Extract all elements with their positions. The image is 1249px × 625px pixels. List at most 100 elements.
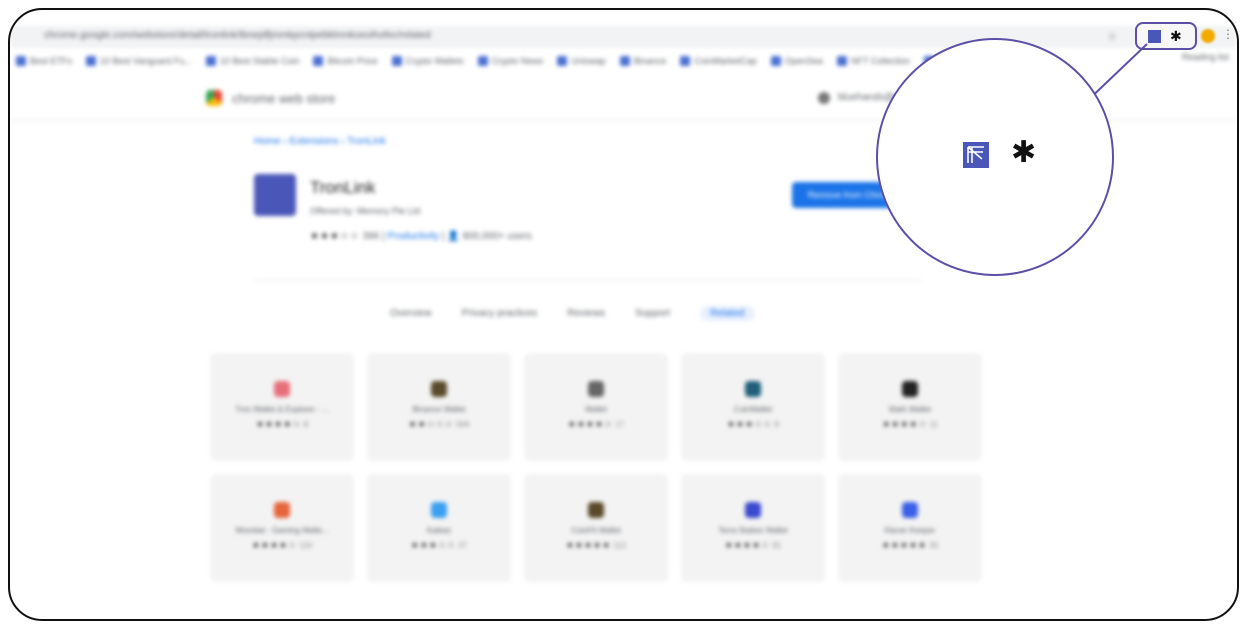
divider bbox=[254, 280, 921, 281]
bookmark-item[interactable]: Binance bbox=[619, 50, 667, 72]
bookmark-item[interactable]: 10 Best Stable Coin bbox=[205, 50, 300, 72]
tronlink-logo-icon bbox=[254, 174, 296, 216]
more-menu-icon[interactable]: ⋮ bbox=[1222, 27, 1234, 41]
tab-reviews[interactable]: Reviews bbox=[567, 308, 605, 321]
bookmark-item[interactable]: NFT Collection bbox=[836, 50, 911, 72]
extension-rating: ★★★★☆ 110 bbox=[210, 540, 354, 551]
extensions-toolbar-highlight: ✱ bbox=[1135, 22, 1197, 50]
tronlink-icon[interactable] bbox=[1148, 30, 1161, 43]
related-extension-card[interactable]: Wombat - Gaming Walle... ★★★★☆ 110 bbox=[210, 474, 354, 582]
extension-icon bbox=[588, 381, 604, 397]
bookmark-item[interactable]: Crypto News bbox=[477, 50, 544, 72]
rating-count: 8 bbox=[772, 420, 779, 429]
related-extension-card[interactable]: Terra Station Wallet ★★★★☆ 91 bbox=[681, 474, 825, 582]
puzzle-icon: ✱ bbox=[1011, 136, 1037, 169]
address-bar-icons: ☆ bbox=[1107, 31, 1117, 43]
store-name[interactable]: chrome web store bbox=[232, 91, 335, 106]
rating-count: 8 bbox=[301, 420, 308, 429]
extension-rating: ★★★★☆ 91 bbox=[681, 540, 825, 551]
rating-stars: ★★★★★ bbox=[881, 540, 928, 550]
extension-name: Binance Wallet bbox=[412, 405, 466, 414]
related-extension-card[interactable]: Math Wallet ★★★★☆ 11 bbox=[838, 353, 982, 461]
extension-icon bbox=[274, 381, 290, 397]
bookmark-favicon-icon bbox=[619, 56, 630, 66]
tab-support[interactable]: Support bbox=[635, 308, 670, 321]
bookmark-label: Binance bbox=[633, 56, 667, 66]
rating-count[interactable]: 396 bbox=[363, 231, 380, 242]
tab-overview[interactable]: Overview bbox=[390, 308, 432, 321]
extension-name: Math Wallet bbox=[889, 405, 931, 414]
extension-name: Kaikas bbox=[426, 526, 451, 535]
user-count: 800,000+ users bbox=[462, 231, 532, 242]
category-link[interactable]: Productivity bbox=[387, 231, 439, 242]
bookmark-item[interactable]: Bitcoin Price bbox=[313, 50, 378, 72]
breadcrumb[interactable]: Home › Extensions › TronLink bbox=[254, 136, 386, 147]
extension-name: Wombat - Gaming Walle... bbox=[235, 526, 329, 535]
bookmark-label: CoinMarketCap bbox=[694, 56, 757, 66]
rating-stars: ★★★★☆ bbox=[251, 540, 298, 550]
related-extension-card[interactable]: Tron Wallet & Explorer - ... ★★★★☆ 8 bbox=[210, 353, 354, 461]
extension-icon bbox=[902, 381, 918, 397]
puzzle-icon[interactable]: ✱ bbox=[1170, 28, 1182, 44]
extension-icon bbox=[745, 502, 761, 518]
profile-avatar[interactable] bbox=[1201, 29, 1215, 43]
bookmark-favicon-icon bbox=[477, 56, 488, 66]
related-grid: Tron Wallet & Explorer - ... ★★★★☆ 8 Binan… bbox=[210, 353, 982, 582]
bookmark-label: OpenSea bbox=[784, 56, 823, 66]
bookmark-item[interactable]: CoinMarketCap bbox=[680, 50, 757, 72]
rating-count: 112 bbox=[611, 541, 627, 550]
extension-rating: ★★★★★ 112 bbox=[524, 540, 668, 551]
bookmark-favicon-icon bbox=[836, 56, 847, 66]
rating-count: 110 bbox=[297, 541, 313, 550]
reading-list[interactable]: Reading list bbox=[1182, 52, 1229, 62]
address-bar[interactable]: chrome.google.com/webstore/detail/tronli… bbox=[10, 26, 1237, 48]
bookmark-label: 10 Best Vanguard Fu... bbox=[100, 56, 192, 66]
webstore-logo-icon[interactable] bbox=[206, 90, 222, 106]
extension-icon bbox=[902, 502, 918, 518]
rating-count: 27 bbox=[456, 541, 468, 550]
bookmark-favicon-icon bbox=[313, 56, 324, 66]
related-extension-card[interactable]: Binance Wallet ★★☆☆☆ 594 bbox=[367, 353, 511, 461]
rating-count: 91 bbox=[770, 541, 782, 550]
extension-name: CoinFit Wallet bbox=[571, 526, 621, 535]
bookmark-label: NFT Collection bbox=[850, 56, 911, 66]
extension-name: Tron Wallet & Explorer - ... bbox=[235, 405, 329, 414]
bookmark-item[interactable]: 10 Best Vanguard Fu... bbox=[86, 50, 192, 72]
bookmark-label: Crypto News bbox=[491, 56, 544, 66]
rating-count: 30 bbox=[927, 541, 939, 550]
bookmark-label: Crypto Wallets bbox=[405, 56, 464, 66]
extension-icon bbox=[431, 502, 447, 518]
rating-stars: ★★★★☆ bbox=[724, 540, 771, 550]
bookmark-favicon-icon bbox=[205, 56, 216, 66]
magnifier-callout: ✱ bbox=[876, 38, 1114, 276]
user-icon: 👤 bbox=[447, 231, 460, 242]
bookmark-label: Best ETFs bbox=[30, 56, 73, 66]
bookmark-label: 10 Best Stable Coin bbox=[219, 56, 300, 66]
extension-icon bbox=[745, 381, 761, 397]
bookmark-label: Bitcoin Price bbox=[327, 56, 378, 66]
extension-icon bbox=[431, 381, 447, 397]
bookmark-item[interactable]: Best ETFs bbox=[16, 50, 72, 72]
related-extension-card[interactable]: CoinWallet ★★★☆☆ 8 bbox=[681, 353, 825, 461]
related-extension-card[interactable]: Klever Keeper ★★★★★ 30 bbox=[838, 474, 982, 582]
rating-count: 17 bbox=[613, 420, 625, 429]
tab-related[interactable]: Related bbox=[700, 306, 755, 321]
extension-rating: ★★★★☆ 11 bbox=[838, 419, 982, 430]
settings-icon[interactable] bbox=[818, 92, 830, 104]
rating-stars: ★★★★☆ bbox=[567, 419, 614, 429]
extension-rating: ★★★☆☆ 27 bbox=[367, 540, 511, 551]
bookmark-item[interactable]: OpenSea bbox=[770, 50, 823, 72]
rating-stars: ★★☆☆☆ bbox=[408, 419, 454, 429]
bookmark-item[interactable]: Uniswap bbox=[557, 50, 606, 72]
related-extension-card[interactable]: Kaikas ★★★☆☆ 27 bbox=[367, 474, 511, 582]
bookmark-favicon-icon bbox=[557, 56, 568, 66]
extension-icon bbox=[274, 502, 290, 518]
extension-rating: ★★★★☆ 17 bbox=[524, 419, 668, 430]
extension-icon bbox=[588, 502, 604, 518]
bookmark-favicon-icon bbox=[680, 56, 691, 66]
related-extension-card[interactable]: Wallet ★★★★☆ 17 bbox=[524, 353, 668, 461]
related-extension-card[interactable]: CoinFit Wallet ★★★★★ 112 bbox=[524, 474, 668, 582]
tab-privacy-practices[interactable]: Privacy practices bbox=[462, 308, 538, 321]
bookmark-item[interactable]: Crypto Wallets bbox=[391, 50, 464, 72]
extension-name: Wallet bbox=[585, 405, 607, 414]
